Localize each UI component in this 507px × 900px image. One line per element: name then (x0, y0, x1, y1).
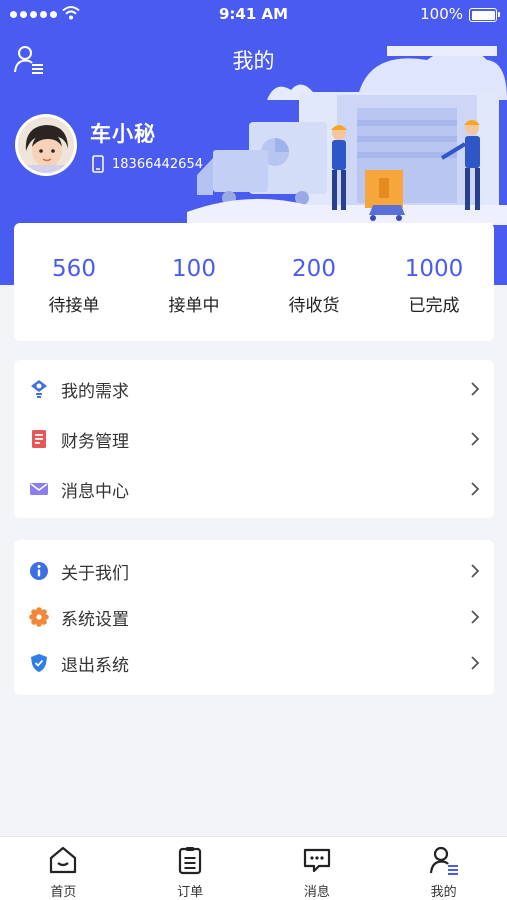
menu-item-logout[interactable]: 退出系统 (14, 640, 494, 686)
stat-accepting[interactable]: 100 接单中 (134, 223, 254, 341)
stat-label: 接单中 (168, 296, 220, 316)
stat-value: 100 (172, 256, 216, 282)
avatar-photo (18, 117, 74, 173)
tab-label: 订单 (177, 885, 204, 900)
ledger-icon (32, 430, 46, 448)
phone-row: 18366442654 (92, 155, 203, 173)
menu-item-finance[interactable]: 财务管理 (14, 414, 494, 464)
order-stats-card: 560 待接单 100 接单中 200 待收货 1000 已完成 (14, 223, 494, 341)
stat-value: 560 (52, 256, 96, 282)
stat-label: 已完成 (408, 296, 460, 316)
stat-completed[interactable]: 1000 已完成 (374, 223, 494, 341)
menu-label: 消息中心 (61, 481, 129, 502)
logistics-illustration (187, 46, 507, 225)
menu-label: 关于我们 (61, 563, 129, 584)
home-icon (50, 846, 77, 874)
stat-pending-accept[interactable]: 560 待接单 (14, 223, 134, 341)
stat-value: 1000 (404, 256, 464, 282)
mail-icon (30, 483, 48, 495)
tab-label: 我的 (430, 885, 457, 900)
battery-icon (469, 8, 500, 22)
chevron-right-icon (471, 482, 480, 496)
mobile-phone-icon (92, 155, 104, 173)
stat-label: 待接单 (48, 296, 100, 316)
stat-value: 200 (292, 256, 336, 282)
user-name: 车小秘 (90, 122, 156, 146)
tab-messages[interactable]: 消息 (254, 837, 381, 900)
phone-number: 18366442654 (112, 156, 203, 172)
stat-pending-receipt[interactable]: 200 待收货 (254, 223, 374, 341)
gear-icon (29, 607, 49, 627)
menu-label: 我的需求 (61, 381, 129, 402)
chat-icon (303, 848, 330, 873)
tab-home[interactable]: 首页 (0, 837, 127, 900)
chevron-right-icon (471, 564, 480, 578)
stat-label: 待收货 (288, 296, 340, 316)
info-icon (30, 562, 48, 580)
menu-label: 退出系统 (61, 655, 129, 676)
menu-item-settings[interactable]: 系统设置 (14, 594, 494, 640)
user-icon (429, 846, 458, 875)
chevron-right-icon (471, 610, 480, 624)
tab-label: 消息 (303, 885, 330, 900)
chevron-right-icon (471, 382, 480, 396)
chevron-right-icon (471, 656, 480, 670)
menu-group-primary: 我的需求 财务管理 消息中心 (14, 360, 494, 518)
menu-label: 系统设置 (61, 609, 129, 630)
chevron-right-icon (471, 432, 480, 446)
battery-percent: 100% (420, 5, 463, 23)
shield-icon (31, 654, 47, 672)
clipboard-icon (179, 847, 202, 875)
tab-label: 首页 (50, 885, 77, 900)
menu-label: 财务管理 (61, 431, 129, 452)
tab-mine[interactable]: 我的 (380, 837, 507, 900)
lightbulb-icon (31, 380, 47, 398)
menu-item-message-center[interactable]: 消息中心 (14, 464, 494, 514)
status-bar: 9:41 AM 100% (0, 0, 507, 30)
menu-item-about-us[interactable]: 关于我们 (14, 548, 494, 594)
menu-item-my-demands[interactable]: 我的需求 (14, 364, 494, 414)
menu-group-secondary: 关于我们 系统设置 退出系统 (14, 540, 494, 695)
avatar[interactable] (15, 114, 77, 176)
bottom-tab-bar: 首页 订单 消息 我的 (0, 836, 507, 900)
tab-orders[interactable]: 订单 (127, 837, 254, 900)
